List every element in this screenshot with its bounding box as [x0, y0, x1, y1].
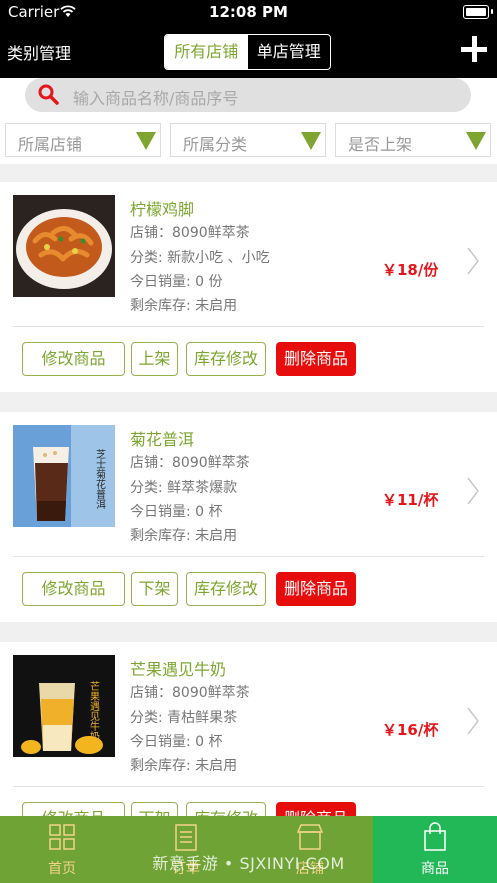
- product-price: ￥16/杯: [382, 721, 439, 739]
- product-name: 柠檬鸡脚: [130, 200, 195, 219]
- shopping-bag-icon: [424, 822, 446, 851]
- product-category: 分类: 新款小吃 、小吃: [130, 250, 270, 266]
- filter-label: 是否上架: [348, 135, 413, 154]
- product-sales: 今日销量: 0 份: [130, 274, 223, 290]
- divider: [13, 326, 484, 327]
- filter-category-dropdown[interactable]: 所属分类: [170, 123, 326, 157]
- product-price: ￥11/杯: [382, 491, 439, 509]
- store-segment-control: 所有店铺 单店管理: [164, 34, 331, 70]
- product-image: 芒果遇见牛奶: [13, 655, 115, 757]
- shelf-toggle-button[interactable]: 下架: [131, 572, 178, 606]
- product-image: [13, 195, 115, 297]
- product-store: 店铺：8090鲜萃茶: [130, 225, 250, 241]
- delete-product-button[interactable]: 删除商品: [276, 342, 356, 376]
- dropdown-triangle-icon: [136, 132, 156, 150]
- filter-label: 所属分类: [183, 135, 248, 154]
- product-stock: 剩余库存: 未启用: [130, 528, 238, 544]
- chevron-right-icon[interactable]: [466, 706, 480, 736]
- filter-store-dropdown[interactable]: 所属店铺: [5, 123, 161, 157]
- chevron-right-icon[interactable]: [466, 246, 480, 276]
- edit-product-button[interactable]: 修改商品: [22, 342, 125, 376]
- clock: 12:08 PM: [209, 3, 288, 21]
- product-stock: 剩余库存: 未启用: [130, 298, 238, 314]
- product-image: 芝士菊花普洱: [13, 425, 115, 527]
- plus-icon[interactable]: [461, 36, 487, 62]
- product-stock: 剩余库存: 未启用: [130, 758, 238, 774]
- image-caption-text: 芒果遇见牛奶: [88, 680, 100, 742]
- product-name: 芒果遇见牛奶: [130, 660, 227, 679]
- delete-product-button[interactable]: 删除商品: [276, 572, 356, 606]
- edit-product-button[interactable]: 修改商品: [22, 572, 125, 606]
- product-card[interactable]: 柠檬鸡脚 店铺：8090鲜萃茶 分类: 新款小吃 、小吃 今日销量: 0 份 剩…: [0, 182, 497, 392]
- watermark: 新意手游 • SJXINYI.COM: [152, 854, 345, 873]
- chevron-right-icon[interactable]: [466, 476, 480, 506]
- product-store: 店铺：8090鲜萃茶: [130, 455, 250, 471]
- document-icon: [175, 824, 197, 851]
- dropdown-triangle-icon: [301, 132, 321, 150]
- nav-bar: 类别管理 所有店铺 单店管理: [0, 24, 497, 78]
- segment-single-store[interactable]: 单店管理: [248, 35, 331, 69]
- search-input[interactable]: 输入商品名称/商品序号: [25, 78, 471, 112]
- product-category: 分类: 青枯鲜果茶: [130, 710, 238, 726]
- search-bar-container: 输入商品名称/商品序号: [0, 78, 497, 118]
- battery-icon: [463, 5, 493, 19]
- store-icon: [296, 824, 324, 850]
- status-bar: Carrier 12:08 PM: [0, 0, 497, 24]
- shelf-toggle-button[interactable]: 上架: [131, 342, 178, 376]
- filter-label: 所属店铺: [18, 135, 83, 154]
- product-name: 菊花普洱: [130, 430, 195, 449]
- edit-stock-button[interactable]: 库存修改: [186, 572, 266, 606]
- category-management-button[interactable]: 类别管理: [7, 40, 71, 64]
- filter-bar: 所属店铺 所属分类 是否上架: [0, 118, 497, 164]
- product-category: 分类: 鲜萃茶爆款: [130, 480, 238, 496]
- filter-listed-dropdown[interactable]: 是否上架: [335, 123, 491, 157]
- product-sales: 今日销量: 0 杯: [130, 734, 223, 750]
- dropdown-triangle-icon: [466, 132, 486, 150]
- edit-stock-button[interactable]: 库存修改: [186, 342, 266, 376]
- product-price: ￥18/份: [382, 261, 439, 279]
- product-store: 店铺：8090鲜萃茶: [130, 685, 250, 701]
- image-caption-text: 芝士菊花普洱: [94, 448, 106, 510]
- search-placeholder: 输入商品名称/商品序号: [73, 89, 239, 108]
- grid-icon: [49, 824, 75, 850]
- divider: [13, 556, 484, 557]
- product-sales: 今日销量: 0 杯: [130, 504, 223, 520]
- divider: [13, 786, 484, 787]
- segment-all-stores[interactable]: 所有店铺: [165, 35, 248, 69]
- search-icon: [38, 84, 59, 105]
- product-card[interactable]: 芝士菊花普洱 菊花普洱 店铺：8090鲜萃茶 分类: 鲜萃茶爆款 今日销量: 0…: [0, 412, 497, 622]
